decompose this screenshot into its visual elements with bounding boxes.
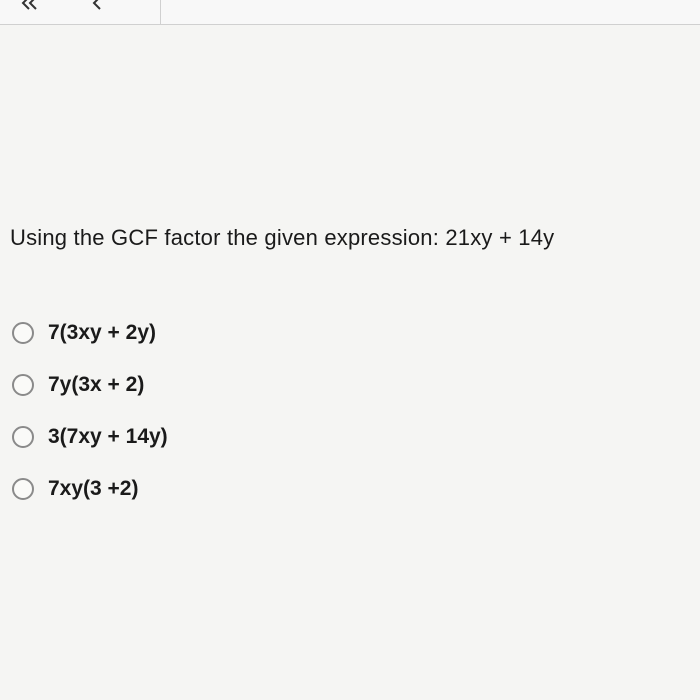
option-row: 7(3xy + 2y) (12, 321, 690, 345)
option-row: 7y(3x + 2) (12, 373, 690, 397)
nav-divider (160, 0, 161, 25)
radio-button[interactable] (12, 322, 34, 344)
option-label: 7(3xy + 2y) (48, 321, 156, 345)
question-prompt: Using the GCF factor the given expressio… (10, 225, 690, 251)
option-row: 7xy(3 +2) (12, 477, 690, 501)
double-chevron-left-icon[interactable] (20, 0, 40, 11)
radio-button[interactable] (12, 374, 34, 396)
radio-button[interactable] (12, 426, 34, 448)
option-label: 7xy(3 +2) (48, 477, 138, 501)
nav-arrows (20, 0, 104, 11)
option-label: 3(7xy + 14y) (48, 425, 168, 449)
chevron-left-icon[interactable] (90, 0, 104, 11)
radio-button[interactable] (12, 478, 34, 500)
question-content: Using the GCF factor the given expressio… (0, 25, 700, 501)
options-group: 7(3xy + 2y) 7y(3x + 2) 3(7xy + 14y) 7xy(… (10, 321, 690, 501)
option-label: 7y(3x + 2) (48, 373, 144, 397)
top-nav-bar (0, 0, 700, 25)
option-row: 3(7xy + 14y) (12, 425, 690, 449)
